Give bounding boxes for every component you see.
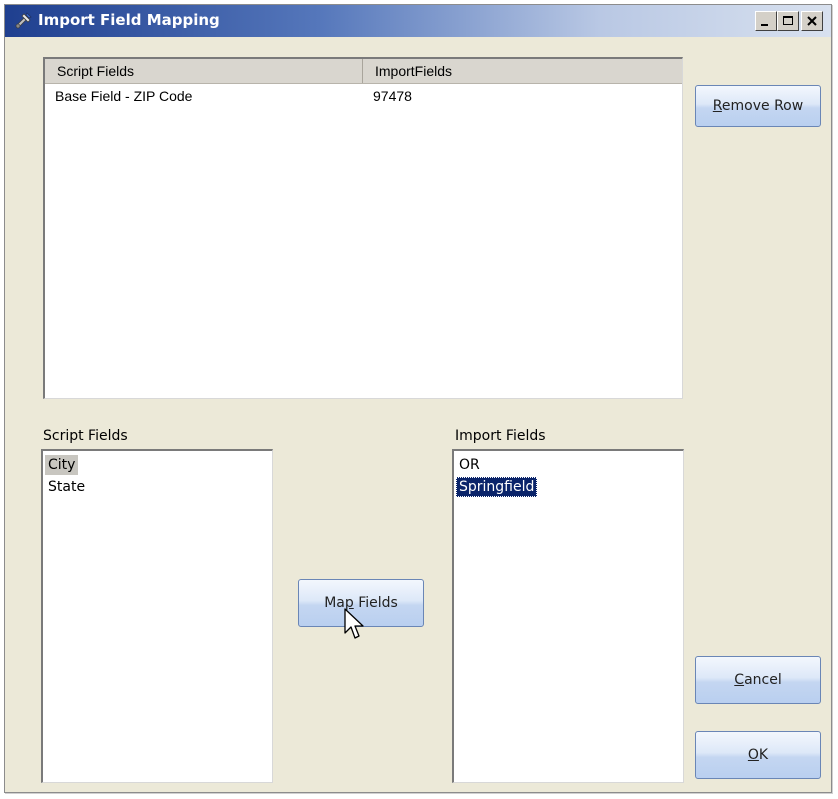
column-header-import-fields[interactable]: ImportFields xyxy=(363,59,683,83)
cell-import-field: 97478 xyxy=(373,88,412,104)
maximize-icon xyxy=(783,16,793,25)
close-icon xyxy=(807,16,817,26)
script-fields-listbox[interactable]: City State xyxy=(41,449,273,783)
mouse-pointer-icon xyxy=(344,608,364,639)
remove-row-mnemonic: R xyxy=(712,98,722,114)
cell-script-field: Base Field - ZIP Code xyxy=(55,88,193,104)
window-controls xyxy=(755,11,823,31)
import-fields-label: Import Fields xyxy=(455,428,546,444)
maximize-button[interactable] xyxy=(777,11,799,31)
ok-button[interactable]: OK xyxy=(695,731,821,779)
import-field-mapping-dialog: Import Field Mapping Script Fields Impor… xyxy=(4,4,832,793)
cancel-button[interactable]: Cancel xyxy=(695,656,821,704)
title-bar[interactable]: Import Field Mapping xyxy=(5,5,831,37)
ok-label: OK xyxy=(748,747,768,763)
mapping-grid[interactable]: Script Fields ImportFields Base Field - … xyxy=(43,57,683,399)
remove-row-label: Remove Row xyxy=(713,98,803,114)
column-header-script-fields[interactable]: Script Fields xyxy=(45,59,363,83)
cancel-text: ancel xyxy=(744,672,782,688)
remove-row-button[interactable]: Remove Row xyxy=(695,85,821,127)
script-fields-label: Script Fields xyxy=(43,428,128,444)
window-title: Import Field Mapping xyxy=(38,11,220,29)
list-item[interactable]: State xyxy=(45,477,88,497)
wrench-screwdriver-icon xyxy=(15,12,32,29)
import-fields-listbox[interactable]: OR Springfield xyxy=(452,449,684,783)
ok-mnemonic: O xyxy=(747,747,759,763)
minimize-button[interactable] xyxy=(755,11,777,31)
cancel-mnemonic: C xyxy=(734,672,745,688)
map-fields-pre: Ma xyxy=(324,595,345,611)
cancel-label: Cancel xyxy=(734,672,781,688)
list-item[interactable]: City xyxy=(45,455,79,475)
close-button[interactable] xyxy=(801,11,823,31)
grid-header: Script Fields ImportFields xyxy=(45,59,682,84)
ok-text: K xyxy=(758,747,769,763)
list-item[interactable]: Springfield xyxy=(456,477,538,497)
minimize-icon xyxy=(761,24,768,26)
remove-row-text: emove Row xyxy=(721,98,804,114)
list-item[interactable]: OR xyxy=(456,455,483,475)
table-row[interactable]: Base Field - ZIP Code 97478 xyxy=(45,86,682,106)
